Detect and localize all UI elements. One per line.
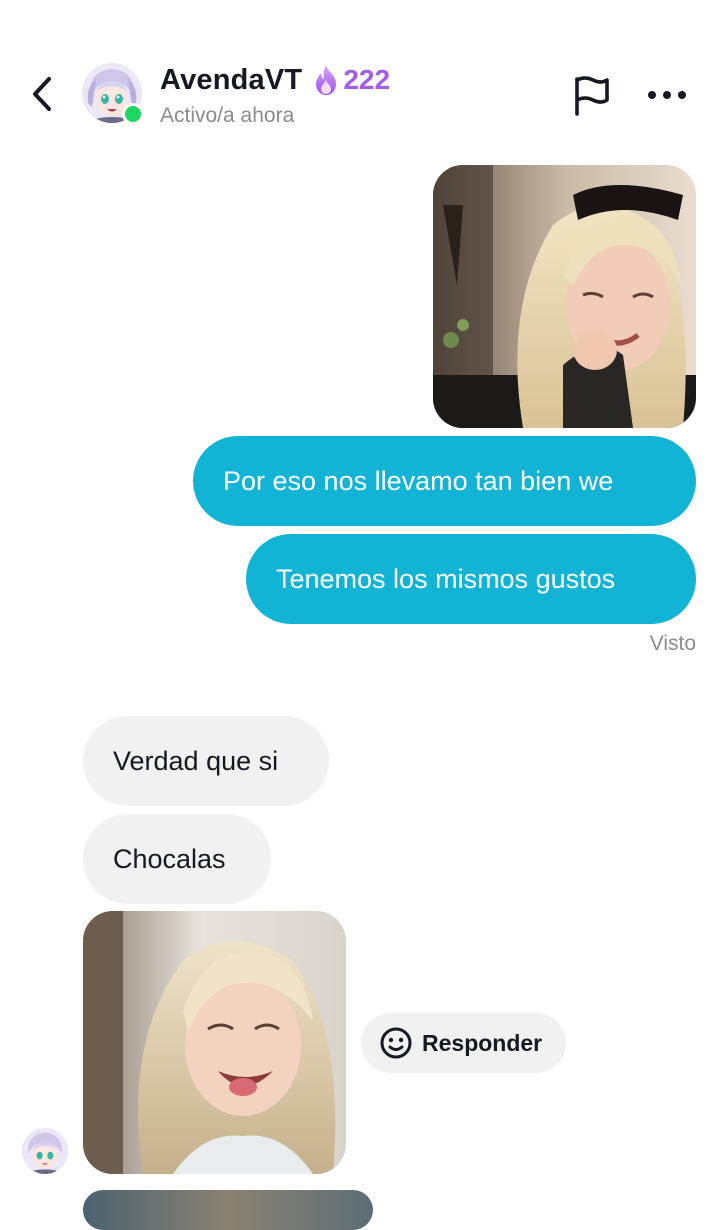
message-text: Chocalas — [113, 843, 226, 874]
received-message-bubble[interactable]: Chocalas — [83, 814, 271, 904]
received-photo-message[interactable] — [83, 911, 346, 1174]
received-photo-message-partial[interactable] — [83, 1190, 373, 1230]
more-options-button[interactable] — [642, 72, 692, 118]
sent-photo-message[interactable] — [433, 165, 696, 428]
chevron-left-icon — [33, 77, 51, 111]
reply-label: Responder — [422, 1029, 543, 1056]
message-text: Verdad que si — [113, 745, 279, 776]
seen-status: Visto — [649, 632, 696, 655]
contact-avatar[interactable] — [82, 63, 144, 125]
online-indicator — [122, 103, 144, 125]
smiley-icon — [379, 1026, 413, 1060]
username: AvendaVT — [160, 63, 303, 96]
message-text: Por eso nos llevamo tan bien we — [223, 465, 614, 496]
report-button[interactable] — [568, 72, 614, 118]
more-horizontal-icon — [648, 91, 686, 99]
chat-header: AvendaVT 222 Activo/a ahora — [0, 0, 719, 150]
received-message-bubble[interactable]: Verdad que si — [83, 716, 329, 806]
flame-icon — [312, 64, 340, 96]
sent-message-bubble[interactable]: Tenemos los mismos gustos — [246, 534, 696, 624]
back-button[interactable] — [22, 72, 62, 116]
message-text: Tenemos los mismos gustos — [276, 563, 616, 594]
flag-icon — [575, 76, 609, 116]
username-row[interactable]: AvendaVT 222 — [160, 62, 390, 98]
activity-status: Activo/a ahora — [160, 104, 295, 127]
reply-button[interactable]: Responder — [361, 1013, 566, 1073]
sent-message-bubble[interactable]: Por eso nos llevamo tan bien we — [193, 436, 696, 526]
streak-count: 222 — [343, 64, 391, 95]
sender-avatar[interactable] — [22, 1128, 68, 1174]
